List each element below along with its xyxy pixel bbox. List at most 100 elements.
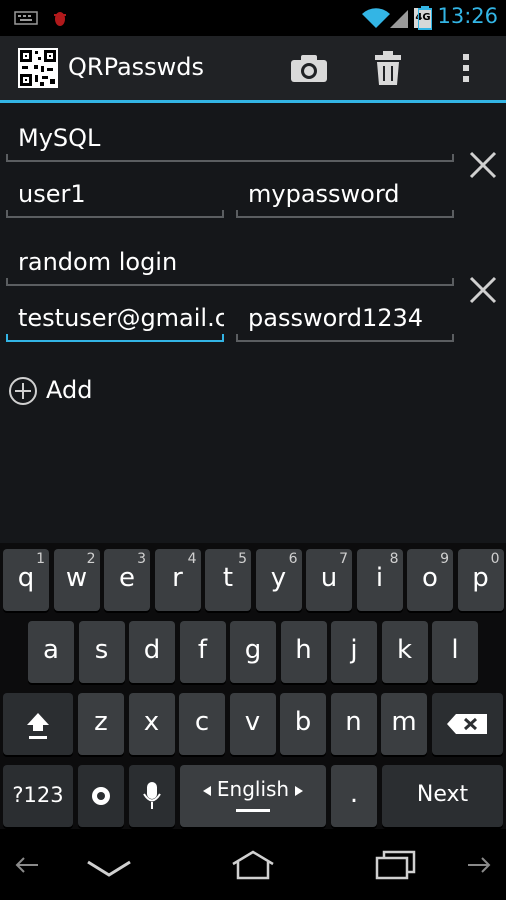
shift-icon bbox=[27, 713, 49, 739]
symbols-key[interactable]: ?123 bbox=[3, 765, 73, 827]
key-c[interactable]: c bbox=[179, 693, 225, 755]
key-l[interactable]: l bbox=[432, 621, 478, 683]
key-p[interactable]: 0p bbox=[457, 549, 504, 611]
backspace-key[interactable] bbox=[432, 693, 503, 755]
key-label: d bbox=[143, 635, 161, 665]
key-label: t bbox=[222, 563, 234, 593]
microphone-icon bbox=[143, 782, 161, 809]
add-circle-icon[interactable] bbox=[8, 376, 38, 406]
key-t[interactable]: 5t bbox=[205, 549, 251, 611]
add-entry-button[interactable]: Add bbox=[46, 376, 92, 404]
key-label: o bbox=[422, 563, 438, 593]
keyboard-notification-icon bbox=[14, 11, 38, 25]
entry-title-field[interactable]: random login bbox=[6, 236, 454, 286]
action-bar: QRPasswds bbox=[0, 36, 506, 100]
key-a[interactable]: a bbox=[28, 621, 74, 683]
period-key-label: . bbox=[349, 779, 359, 809]
key-label: k bbox=[396, 635, 413, 665]
backspace-icon bbox=[447, 714, 487, 734]
navigation-bar bbox=[0, 829, 506, 900]
key-label: b bbox=[294, 707, 312, 737]
key-label: q bbox=[17, 563, 35, 593]
key-label: r bbox=[172, 563, 183, 593]
nav-right-arrow-icon[interactable] bbox=[466, 855, 492, 875]
key-b[interactable]: b bbox=[280, 693, 326, 755]
signal-icon bbox=[390, 10, 408, 28]
bug-debug-icon bbox=[54, 12, 66, 26]
key-f[interactable]: f bbox=[179, 621, 226, 683]
trash-icon[interactable] bbox=[374, 50, 402, 86]
nav-left-arrow-icon[interactable] bbox=[14, 855, 40, 875]
key-h[interactable]: h bbox=[280, 621, 327, 683]
entry-title-field[interactable]: MySQL bbox=[6, 112, 454, 162]
key-label: a bbox=[43, 635, 59, 665]
overflow-menu-icon[interactable] bbox=[460, 52, 472, 84]
key-v[interactable]: v bbox=[229, 693, 276, 755]
key-y[interactable]: 6y bbox=[255, 549, 302, 611]
key-label: m bbox=[391, 707, 417, 737]
period-key[interactable]: . bbox=[331, 765, 377, 827]
action-bar-divider bbox=[0, 100, 506, 103]
status-bar: 4G 13:26 bbox=[0, 0, 506, 36]
entry-username-value: testuser@gmail.c bbox=[18, 304, 224, 332]
key-g[interactable]: g bbox=[230, 621, 276, 683]
key-q[interactable]: 1q bbox=[3, 549, 49, 611]
delete-entry-icon[interactable] bbox=[466, 148, 500, 182]
key-label: s bbox=[94, 635, 109, 665]
key-label: i bbox=[375, 563, 384, 593]
entry-username-field[interactable]: user1 bbox=[6, 168, 224, 218]
key-label: u bbox=[320, 563, 338, 593]
space-key[interactable]: English bbox=[180, 765, 326, 827]
next-key-label: Next bbox=[416, 782, 469, 807]
key-label: h bbox=[295, 635, 312, 665]
key-o[interactable]: 9o bbox=[407, 549, 453, 611]
key-e[interactable]: 3e bbox=[104, 549, 150, 611]
soft-keyboard: 1q2w3e4r5t6y7u8i9o0p a s d f g h j k l z x c v b nm ?… bbox=[0, 543, 506, 829]
settings-gear-icon bbox=[92, 787, 110, 805]
entry-password-value: password1234 bbox=[248, 304, 424, 332]
key-k[interactable]: k bbox=[381, 621, 428, 683]
key-w[interactable]: 2w bbox=[53, 549, 100, 611]
app-title: QRPasswds bbox=[68, 53, 205, 81]
key-j[interactable]: j bbox=[331, 621, 377, 683]
qr-code-app-icon[interactable] bbox=[18, 48, 58, 88]
entry-title-value: MySQL bbox=[18, 124, 101, 152]
key-label: w bbox=[65, 563, 88, 593]
key-s[interactable]: s bbox=[78, 621, 125, 683]
key-m[interactable]: m bbox=[381, 693, 427, 755]
key-label: y bbox=[270, 563, 287, 593]
key-label: x bbox=[143, 707, 160, 737]
key-z[interactable]: z bbox=[78, 693, 124, 755]
status-clock: 13:26 bbox=[437, 4, 498, 28]
language-next-icon bbox=[295, 786, 303, 796]
entry-password-field[interactable]: password1234 bbox=[236, 292, 454, 342]
key-label: e bbox=[119, 563, 135, 593]
key-u[interactable]: 7u bbox=[306, 549, 352, 611]
delete-entry-icon[interactable] bbox=[466, 273, 500, 307]
key-label: j bbox=[350, 635, 358, 665]
shift-key[interactable] bbox=[3, 693, 73, 755]
entry-username-value: user1 bbox=[18, 180, 86, 208]
space-bar-indicator bbox=[236, 809, 270, 812]
hide-keyboard-icon[interactable] bbox=[86, 859, 132, 879]
key-d[interactable]: d bbox=[129, 621, 175, 683]
entry-username-field[interactable]: testuser@gmail.c bbox=[6, 292, 224, 342]
voice-input-key[interactable] bbox=[129, 765, 175, 827]
key-i[interactable]: 8i bbox=[356, 549, 403, 611]
key-label: p bbox=[472, 563, 489, 593]
home-icon[interactable] bbox=[230, 849, 276, 881]
settings-key[interactable] bbox=[78, 765, 124, 827]
language-label: English bbox=[216, 777, 290, 801]
entry-password-field[interactable]: mypassword bbox=[236, 168, 454, 218]
battery-icon bbox=[418, 6, 432, 30]
symbols-key-label: ?123 bbox=[12, 783, 64, 807]
key-x[interactable]: x bbox=[128, 693, 175, 755]
recent-apps-icon[interactable] bbox=[374, 849, 418, 881]
key-label: l bbox=[451, 635, 459, 665]
next-key[interactable]: Next bbox=[382, 765, 503, 827]
key-label: v bbox=[244, 707, 261, 737]
key-label: c bbox=[194, 707, 210, 737]
camera-icon[interactable] bbox=[290, 52, 328, 84]
key-r[interactable]: 4r bbox=[154, 549, 201, 611]
key-n[interactable]: n bbox=[330, 693, 377, 755]
